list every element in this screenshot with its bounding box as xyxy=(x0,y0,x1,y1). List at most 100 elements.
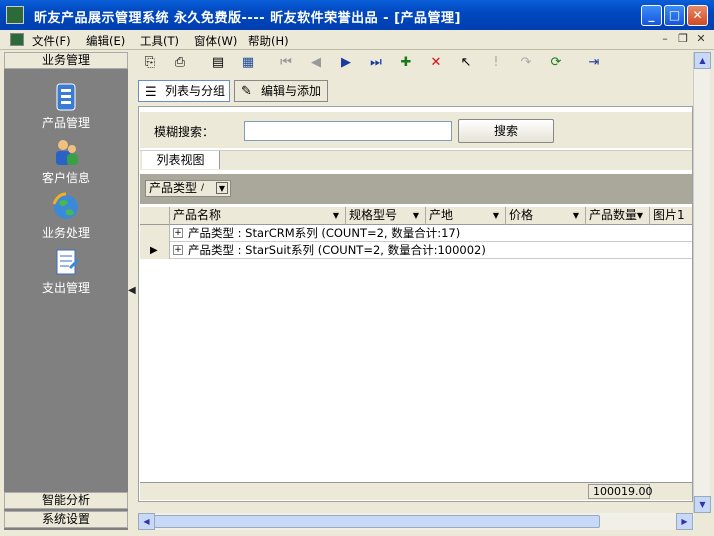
nav-item-label: 客户信息 xyxy=(41,171,90,185)
search-input[interactable] xyxy=(244,121,452,141)
toolbar: ⎘ ⎙ ▤ ▦ ⏮ ◀ ▶ ⏭ ✚ ✕ ↖ ! ↷ ⟳ ⇥ xyxy=(136,52,692,74)
add-icon[interactable]: ✚ xyxy=(396,54,416,72)
collapse-left-icon[interactable]: ◀ xyxy=(128,285,136,296)
nav-item-business[interactable]: 业务处理 xyxy=(4,192,128,241)
grid-footer: 100019.00 xyxy=(140,482,692,500)
report-icon[interactable]: ▤ xyxy=(208,54,228,72)
pin-icon[interactable]: ! xyxy=(486,54,506,72)
tab-label: 列表与分组 xyxy=(165,84,226,98)
grid-icon[interactable]: ▦ xyxy=(238,54,258,72)
undo-icon[interactable]: ↷ xyxy=(516,54,536,72)
tab-list-group[interactable]: ☰ 列表与分组 xyxy=(138,80,230,102)
expand-icon[interactable]: + xyxy=(173,228,183,238)
chevron-down-icon[interactable]: ▼ xyxy=(570,210,582,222)
expand-icon[interactable]: + xyxy=(173,245,183,255)
print-icon[interactable]: ⎙ xyxy=(170,54,190,72)
column-product-name[interactable]: 产品名称 ▼ xyxy=(170,207,346,225)
chevron-down-icon[interactable]: ▼ xyxy=(216,182,228,194)
delete-icon[interactable]: ✕ xyxy=(426,54,446,72)
list-icon: ☰ xyxy=(145,85,157,100)
sort-asc-icon: / xyxy=(201,183,205,193)
nav-item-product[interactable]: 产品管理 xyxy=(4,82,128,131)
chevron-down-icon[interactable]: ▼ xyxy=(410,210,422,222)
nav-item-expense[interactable]: 支出管理 xyxy=(4,247,128,296)
expense-icon xyxy=(56,249,79,275)
group-row[interactable]: + 产品类型 : StarCRM系列 (COUNT=2, 数量合计:17) xyxy=(140,225,692,242)
menu-window[interactable]: 窗体(W) xyxy=(194,33,237,49)
business-globe-icon xyxy=(52,192,78,219)
mdi-minimize-icon[interactable]: – xyxy=(658,32,672,46)
pointer-icon[interactable]: ↖ xyxy=(456,54,476,72)
nav-item-customer[interactable]: 客户信息 xyxy=(4,137,128,186)
column-label: 产品名称 xyxy=(173,208,222,222)
prev-record-icon[interactable]: ◀ xyxy=(306,54,326,72)
panel-header-business[interactable]: 业务管理 xyxy=(4,52,128,69)
scroll-left-icon[interactable]: ◀ xyxy=(138,513,155,530)
nav-item-label: 产品管理 xyxy=(41,116,90,130)
navigation-panel: 业务管理 产品管理 客户信息 业务处理 支出管理 智能分析 系统设置 xyxy=(4,52,128,530)
app-icon[interactable] xyxy=(6,6,24,24)
mdi-restore-icon[interactable]: ❐ xyxy=(676,32,690,46)
next-record-icon[interactable]: ▶ xyxy=(336,54,356,72)
column-origin[interactable]: 产地 ▼ xyxy=(426,207,506,225)
query-icon[interactable]: ⎘ xyxy=(140,54,160,72)
scroll-right-icon[interactable]: ▶ xyxy=(676,513,693,530)
quantity-total: 100019.00 xyxy=(588,484,653,499)
last-record-icon[interactable]: ⏭ xyxy=(366,54,386,72)
menu-help[interactable]: 帮助(H) xyxy=(248,33,289,49)
row-indicator: ▶ xyxy=(140,242,170,259)
horizontal-scroll-thumb[interactable] xyxy=(154,515,600,528)
chevron-down-icon[interactable]: ▼ xyxy=(330,210,342,222)
grid-header: 产品名称 ▼ 规格型号 ▼ 产地 ▼ 价格 ▼ 产品数量 ▼ 图片1 xyxy=(140,207,692,225)
menu-bar: 文件(F) 编辑(E) 工具(T) 窗体(W) 帮助(H) – ❐ ✕ xyxy=(0,30,714,50)
tab-list-view[interactable]: 列表视图 xyxy=(142,151,220,169)
panel-splitter[interactable]: ◀ xyxy=(128,52,136,530)
exit-icon[interactable]: ⇥ xyxy=(584,54,604,72)
tab-label: 编辑与添加 xyxy=(261,84,322,98)
maximize-button[interactable]: □ xyxy=(664,5,685,26)
group-by-label: 产品类型 xyxy=(149,181,198,195)
chevron-down-icon[interactable]: ▼ xyxy=(490,210,502,222)
close-button[interactable]: ✕ xyxy=(687,5,708,26)
tab-edit-add[interactable]: ✎ 编辑与添加 xyxy=(234,80,328,102)
scroll-up-icon[interactable]: ▲ xyxy=(694,52,711,69)
column-label: 规格型号 xyxy=(349,208,398,222)
search-button[interactable]: 搜索 xyxy=(458,119,554,143)
nav-item-label: 业务处理 xyxy=(41,226,90,240)
view-tab-strip xyxy=(140,150,692,170)
first-record-icon[interactable]: ⏮ xyxy=(276,54,296,72)
group-row[interactable]: ▶ + 产品类型 : StarSuit系列 (COUNT=2, 数量合计:100… xyxy=(140,242,692,259)
menu-edit[interactable]: 编辑(E) xyxy=(86,33,125,49)
column-price[interactable]: 价格 ▼ xyxy=(506,207,586,225)
chevron-down-icon[interactable]: ▼ xyxy=(634,210,646,222)
mdi-child-icon[interactable] xyxy=(10,33,24,46)
minimize-button[interactable]: _ xyxy=(641,5,662,26)
current-row-icon: ▶ xyxy=(150,245,158,256)
column-label: 产品数量 xyxy=(589,208,638,222)
product-icon xyxy=(56,83,76,111)
panel-header-settings[interactable]: 系统设置 xyxy=(4,511,128,528)
column-quantity[interactable]: 产品数量 ▼ xyxy=(586,207,650,225)
window-title: 昕友产品展示管理系统 永久免费版---- 昕友软件荣誉出品 - [产品管理] xyxy=(34,11,461,26)
vertical-scrollbar[interactable]: ▲ ▼ xyxy=(693,52,711,513)
refresh-icon[interactable]: ⟳ xyxy=(546,54,566,72)
group-by-chip[interactable]: 产品类型 / ▼ xyxy=(145,180,231,197)
scroll-down-icon[interactable]: ▼ xyxy=(694,496,711,513)
row-indicator xyxy=(140,225,170,242)
row-indicator-header xyxy=(140,207,170,225)
column-spec[interactable]: 规格型号 ▼ xyxy=(346,207,426,225)
column-label: 图片1 xyxy=(653,208,685,222)
customer-icon xyxy=(56,140,78,165)
menu-tools[interactable]: 工具(T) xyxy=(140,33,179,49)
group-row-text: 产品类型 : StarSuit系列 (COUNT=2, 数量合计:100002) xyxy=(188,243,486,257)
menu-file[interactable]: 文件(F) xyxy=(32,33,71,49)
column-label: 产地 xyxy=(429,208,454,222)
column-image[interactable]: 图片1 xyxy=(650,207,692,225)
edit-icon: ✎ xyxy=(241,84,252,99)
mdi-close-icon[interactable]: ✕ xyxy=(694,32,708,46)
group-row-text: 产品类型 : StarCRM系列 (COUNT=2, 数量合计:17) xyxy=(188,226,461,240)
column-label: 价格 xyxy=(509,208,534,222)
search-label: 模糊搜索： xyxy=(154,125,215,139)
nav-item-label: 支出管理 xyxy=(41,281,90,295)
panel-header-analysis[interactable]: 智能分析 xyxy=(4,492,128,509)
